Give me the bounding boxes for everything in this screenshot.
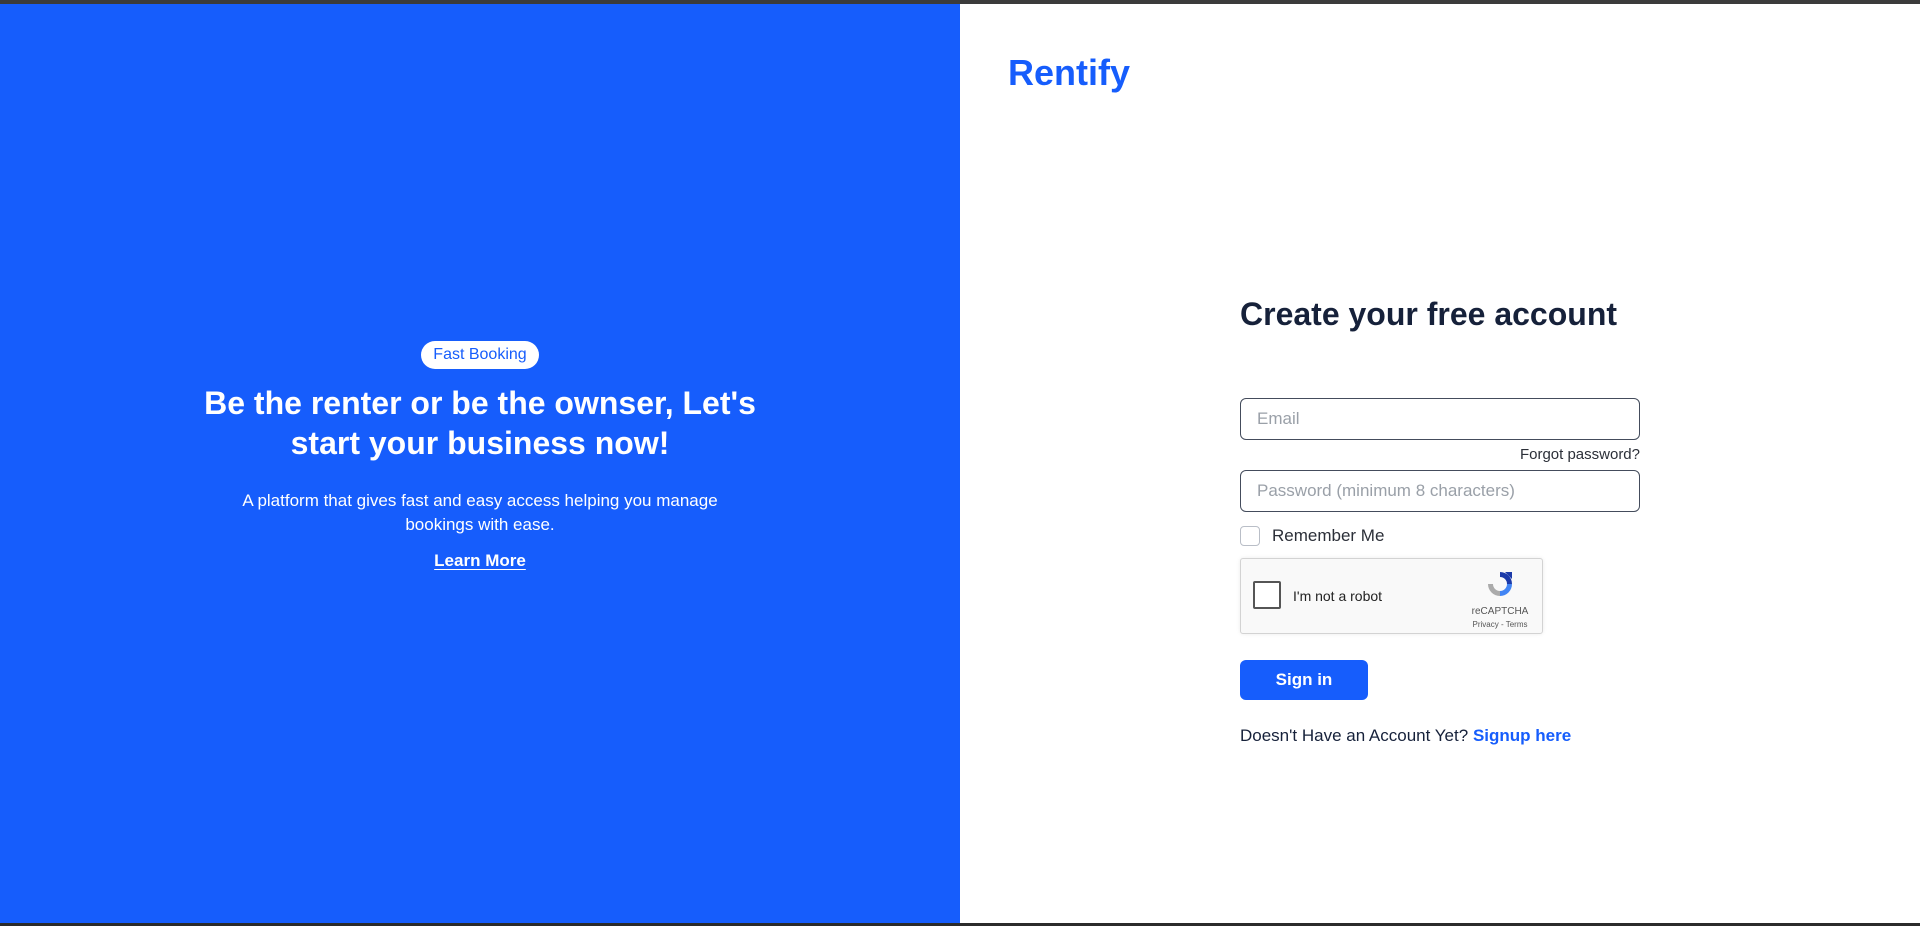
signup-form: Create your free account Forgot password…: [1240, 294, 1640, 746]
email-field[interactable]: [1240, 398, 1640, 440]
recaptcha-links[interactable]: Privacy - Terms: [1470, 620, 1530, 629]
auth-panel: Rentify Create your free account Forgot …: [960, 4, 1920, 923]
brand-logo[interactable]: Rentify: [1008, 52, 1130, 94]
recaptcha-label: I'm not a robot: [1293, 588, 1383, 604]
recaptcha-brand: reCAPTCHA: [1471, 606, 1529, 617]
hero-description: A platform that gives fast and easy acce…: [242, 491, 718, 534]
sign-in-button[interactable]: Sign in: [1240, 660, 1368, 700]
fast-booking-badge: Fast Booking: [421, 341, 539, 369]
forgot-password-link[interactable]: Forgot password?: [1240, 446, 1640, 463]
recaptcha-checkbox[interactable]: [1253, 581, 1281, 609]
recaptcha-icon: [1488, 572, 1512, 596]
remember-me-label[interactable]: Remember Me: [1272, 526, 1384, 546]
signup-link[interactable]: Signup here: [1473, 726, 1571, 745]
hero-title: Be the renter or be the ownser, Let's st…: [204, 385, 756, 461]
signup-prompt: Doesn't Have an Account Yet?: [1240, 726, 1469, 745]
password-field[interactable]: [1240, 470, 1640, 512]
remember-me-checkbox[interactable]: [1240, 526, 1260, 546]
recaptcha-logo: reCAPTCHA Privacy - Terms: [1470, 569, 1530, 629]
hero-content: Fast Booking Be the renter or be the own…: [0, 341, 960, 571]
recaptcha-widget: I'm not a robot reCAPTCHA Privacy - Term…: [1240, 558, 1543, 634]
remember-me-row: Remember Me: [1240, 526, 1640, 546]
hero-panel: Fast Booking Be the renter or be the own…: [0, 4, 960, 923]
form-title: Create your free account: [1240, 296, 1618, 332]
signup-row: Doesn't Have an Account Yet? Signup here: [1240, 726, 1640, 746]
learn-more-link[interactable]: Learn More: [434, 551, 526, 571]
